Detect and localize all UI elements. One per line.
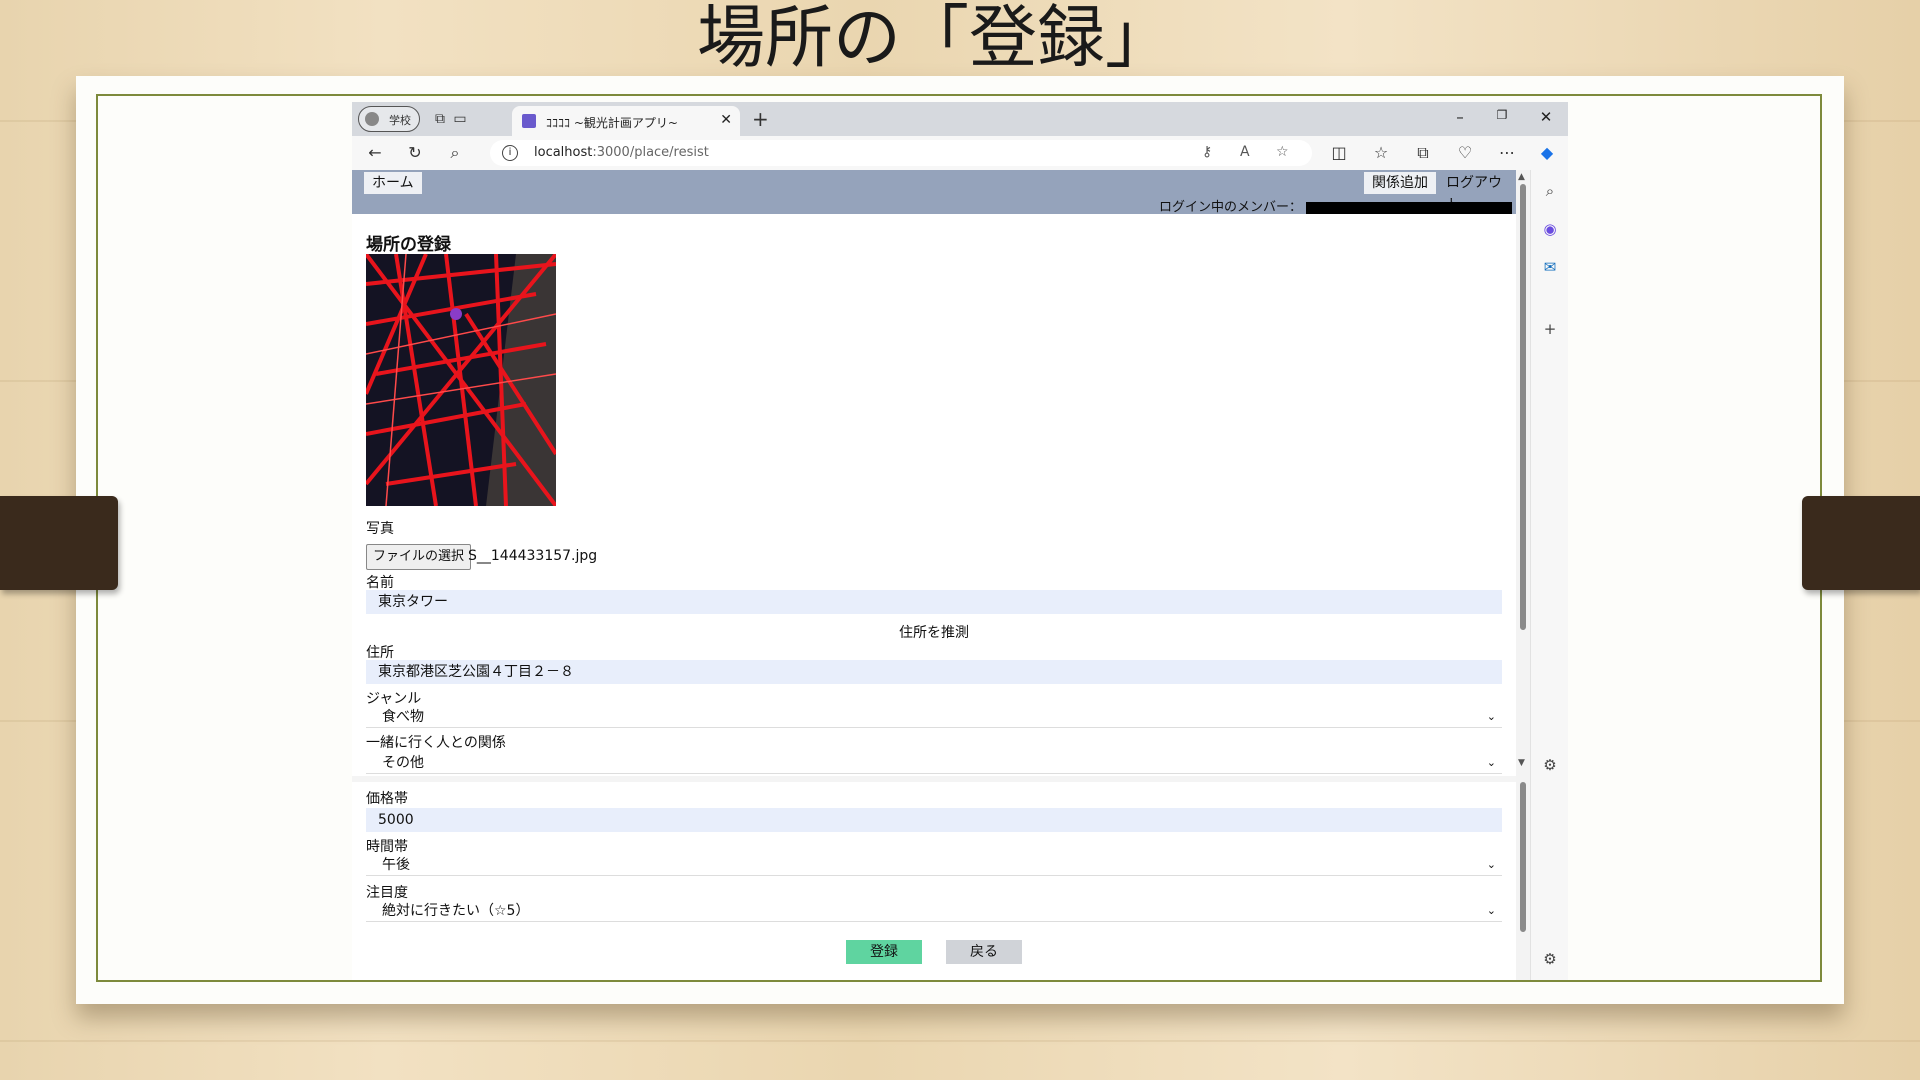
favorite-star-icon[interactable]: ☆ — [1276, 144, 1289, 160]
more-menu-icon[interactable]: ⋯ — [1498, 144, 1516, 162]
tab-active[interactable]: ｺｺｺｺ ~観光計画アプリ~ ✕ — [512, 106, 740, 136]
avatar-icon — [365, 112, 379, 126]
genre-label: ジャンル — [366, 691, 422, 707]
relation-value: その他 — [382, 755, 424, 771]
scroll-thumb-lower[interactable] — [1520, 782, 1526, 932]
close-tab-icon[interactable]: ✕ — [720, 112, 732, 128]
address-input[interactable]: 東京都港区芝公園４丁目２－８ — [366, 660, 1502, 684]
name-label: 名前 — [366, 575, 394, 591]
reload-icon[interactable]: ↻ — [406, 144, 424, 162]
edge-sidebar: ⌕ ◉ ✉ + ⚙ ⚙ — [1530, 170, 1568, 980]
gear-icon[interactable]: ⚙ — [1541, 756, 1559, 774]
choose-file-button[interactable]: ファイルの選択 — [366, 544, 472, 570]
tab-actions-icon[interactable]: ▭ — [452, 111, 468, 127]
url-text: localhost:3000/place/resist — [534, 145, 709, 160]
add-relation-button[interactable]: 関係追加 — [1364, 172, 1436, 194]
scroll-down-icon[interactable]: ▼ — [1518, 758, 1525, 768]
scrollbar[interactable]: ▲ ▼ — [1516, 170, 1530, 980]
name-input[interactable]: 東京タワー — [366, 590, 1502, 614]
place-photo — [366, 254, 556, 506]
chevron-down-icon: ⌄ — [1486, 710, 1496, 723]
address-label: 住所 — [366, 645, 394, 661]
genre-select[interactable]: 食べ物 ⌄ — [366, 706, 1502, 728]
copilot-icon[interactable]: ◆ — [1538, 144, 1556, 162]
chevron-down-icon: ⌄ — [1486, 904, 1496, 917]
home-button[interactable]: ホーム — [364, 172, 422, 194]
close-window-button[interactable]: ✕ — [1536, 108, 1556, 126]
site-info-icon[interactable]: i — [502, 145, 518, 161]
favorites-icon[interactable]: ☆ — [1372, 144, 1390, 162]
guess-address-button[interactable]: 住所を推測 — [352, 622, 1516, 642]
chevron-down-icon: ⌄ — [1486, 756, 1496, 769]
relation-select[interactable]: その他 ⌄ — [366, 752, 1502, 774]
price-input[interactable]: 5000 — [366, 808, 1502, 832]
price-label: 価格帯 — [366, 791, 408, 807]
photo-label: 写真 — [366, 521, 394, 537]
address-bar[interactable]: i localhost:3000/place/resist ⚷ A ☆ — [490, 140, 1312, 166]
submit-button[interactable]: 登録 — [846, 940, 922, 964]
page-title: 場所の登録 — [366, 235, 451, 255]
back-button[interactable]: 戻る — [946, 940, 1022, 964]
collections-icon[interactable]: ⧉ — [1414, 144, 1432, 162]
browser-window: 学校 ⧉ ▭ ｺｺｺｺ ~観光計画アプリ~ ✕ + – ❐ ✕ ← ↻ ⌕ i … — [352, 102, 1568, 980]
profile-button[interactable]: 学校 — [358, 106, 420, 132]
time-select[interactable]: 午後 ⌄ — [366, 854, 1502, 876]
chevron-down-icon: ⌄ — [1486, 858, 1496, 871]
back-icon[interactable]: ← — [366, 144, 384, 162]
time-value: 午後 — [382, 857, 410, 873]
settings-gear-icon[interactable]: ⚙ — [1541, 950, 1559, 968]
genre-value: 食べ物 — [382, 709, 424, 725]
new-tab-icon[interactable]: + — [752, 107, 769, 131]
restore-button[interactable]: ❐ — [1492, 108, 1512, 122]
outlook-icon[interactable]: ✉ — [1541, 258, 1559, 276]
slide-title: 場所の「登録」 — [696, 0, 1173, 78]
attention-label: 注目度 — [366, 885, 408, 901]
page-gap — [352, 776, 1516, 782]
minimize-button[interactable]: – — [1450, 108, 1470, 126]
logout-button[interactable]: ログアウト — [1438, 172, 1516, 213]
redacted-member-name — [1306, 201, 1512, 214]
left-clip — [0, 496, 118, 590]
scroll-up-icon[interactable]: ▲ — [1518, 172, 1525, 182]
scroll-thumb[interactable] — [1520, 184, 1526, 630]
attention-value: 絶対に行きたい（☆5） — [382, 903, 530, 919]
copilot-sidebar-icon[interactable]: ◉ — [1541, 220, 1559, 238]
web-page: ホーム 関係追加 ログアウト ログイン中のメンバー： 場所の登録 — [352, 170, 1530, 980]
attention-select[interactable]: 絶対に行きたい（☆5） ⌄ — [366, 900, 1502, 922]
relation-label: 一緒に行く人との関係 — [366, 735, 506, 751]
browser-essentials-icon[interactable]: ♡ — [1456, 144, 1474, 162]
profile-label: 学校 — [389, 114, 411, 127]
workspaces-icon[interactable]: ⧉ — [432, 111, 448, 127]
page-header: ホーム 関係追加 ログアウト ログイン中のメンバー： — [352, 170, 1516, 215]
add-sidebar-icon[interactable]: + — [1541, 320, 1559, 338]
address-toolbar: ← ↻ ⌕ i localhost:3000/place/resist ⚷ A … — [352, 136, 1568, 170]
split-screen-icon[interactable]: ◫ — [1330, 144, 1348, 162]
right-clip — [1802, 496, 1920, 590]
login-member: ログイン中のメンバー： — [1159, 196, 1512, 215]
tab-title: ｺｺｺｺ ~観光計画アプリ~ — [546, 116, 678, 130]
file-name: S__144433157.jpg — [468, 548, 598, 564]
search-icon[interactable]: ⌕ — [1541, 182, 1559, 200]
search-icon[interactable]: ⌕ — [446, 144, 464, 162]
time-label: 時間帯 — [366, 839, 408, 855]
tab-favicon-icon — [522, 114, 536, 128]
tab-bar: 学校 ⧉ ▭ ｺｺｺｺ ~観光計画アプリ~ ✕ + – ❐ ✕ — [352, 102, 1568, 136]
login-member-label: ログイン中のメンバー： — [1158, 200, 1302, 215]
read-aloud-icon[interactable]: A — [1240, 144, 1250, 160]
key-icon[interactable]: ⚷ — [1202, 144, 1212, 160]
